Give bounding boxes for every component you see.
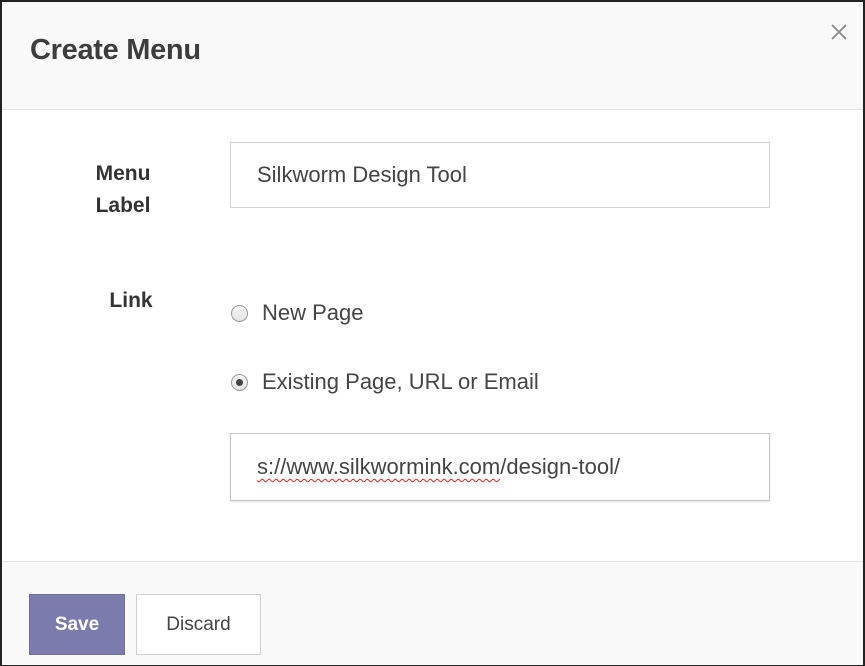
save-button[interactable]: Save (29, 594, 125, 655)
menu-label-line1: Menu (95, 162, 151, 185)
create-menu-dialog: Create Menu Menu Label Silkworm Design T… (0, 0, 865, 666)
dialog-title: Create Menu (30, 34, 201, 66)
url-input[interactable]: s://www.silkwormink.com/design-tool/ (230, 433, 770, 501)
radio-label-existing-page: Existing Page, URL or Email (262, 369, 539, 394)
radio-button-new-page[interactable] (231, 304, 248, 322)
menu-label-heading: Menu Label (90, 158, 156, 222)
dialog-footer: Save Discard (2, 561, 863, 665)
radio-option-existing-page[interactable]: Existing Page, URL or Email (231, 367, 539, 397)
dialog-body: Menu Label Silkworm Design Tool Link New… (2, 110, 863, 561)
close-icon[interactable] (827, 20, 851, 44)
menu-label-line2: Label (95, 194, 151, 217)
url-text-misspelled: s://www.silkwormink.com (257, 454, 501, 479)
link-heading: Link (109, 289, 153, 312)
discard-button[interactable]: Discard (136, 594, 261, 655)
menu-label-input[interactable]: Silkworm Design Tool (230, 142, 770, 208)
radio-label-new-page: New Page (262, 300, 364, 325)
dialog-header: Create Menu (2, 2, 863, 110)
url-text-rest: /design-tool/ (500, 454, 621, 479)
radio-option-new-page[interactable]: New Page (231, 298, 364, 328)
radio-button-existing-page[interactable] (231, 373, 248, 391)
